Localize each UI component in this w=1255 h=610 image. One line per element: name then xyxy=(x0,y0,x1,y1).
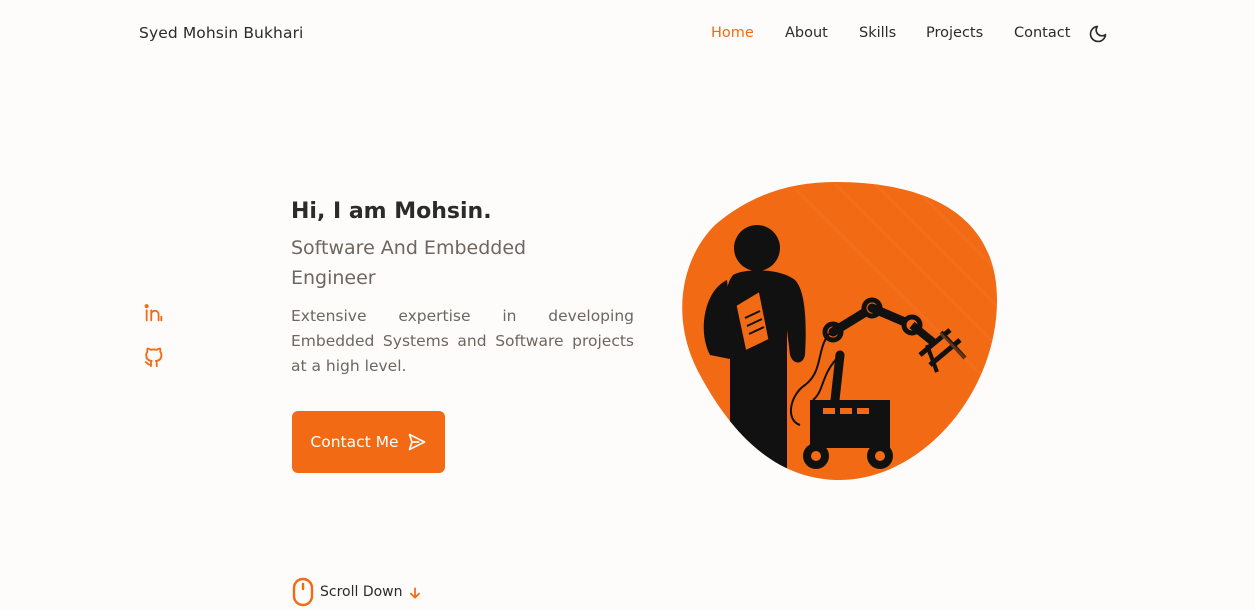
nav-skills[interactable]: Skills xyxy=(859,25,896,41)
hero-description: Extensive expertise in developing Embedd… xyxy=(291,307,634,375)
hero-illustration xyxy=(675,180,1000,482)
linkedin-icon[interactable] xyxy=(143,302,165,324)
main-nav: Home About Skills Projects Contact xyxy=(0,25,1255,45)
scroll-down-label: Scroll Down xyxy=(320,584,403,600)
header: Syed Mohsin Bukhari Home About Skills Pr… xyxy=(0,0,1255,68)
send-icon xyxy=(408,433,425,451)
contact-me-button[interactable]: Contact Me xyxy=(292,411,445,473)
hero-subtitle: Software And Embedded Engineer xyxy=(291,237,527,289)
nav-about[interactable]: About xyxy=(785,25,828,41)
moon-icon[interactable] xyxy=(1088,24,1108,44)
arrow-down-icon xyxy=(410,587,420,599)
github-icon[interactable] xyxy=(143,347,165,369)
mouse-icon xyxy=(292,577,314,607)
nav-projects[interactable]: Projects xyxy=(926,25,983,41)
nav-contact[interactable]: Contact xyxy=(1014,25,1070,41)
contact-me-label: Contact Me xyxy=(310,433,399,451)
hero-title: Hi, I am Mohsin. xyxy=(291,199,492,224)
nav-home[interactable]: Home xyxy=(711,25,754,41)
